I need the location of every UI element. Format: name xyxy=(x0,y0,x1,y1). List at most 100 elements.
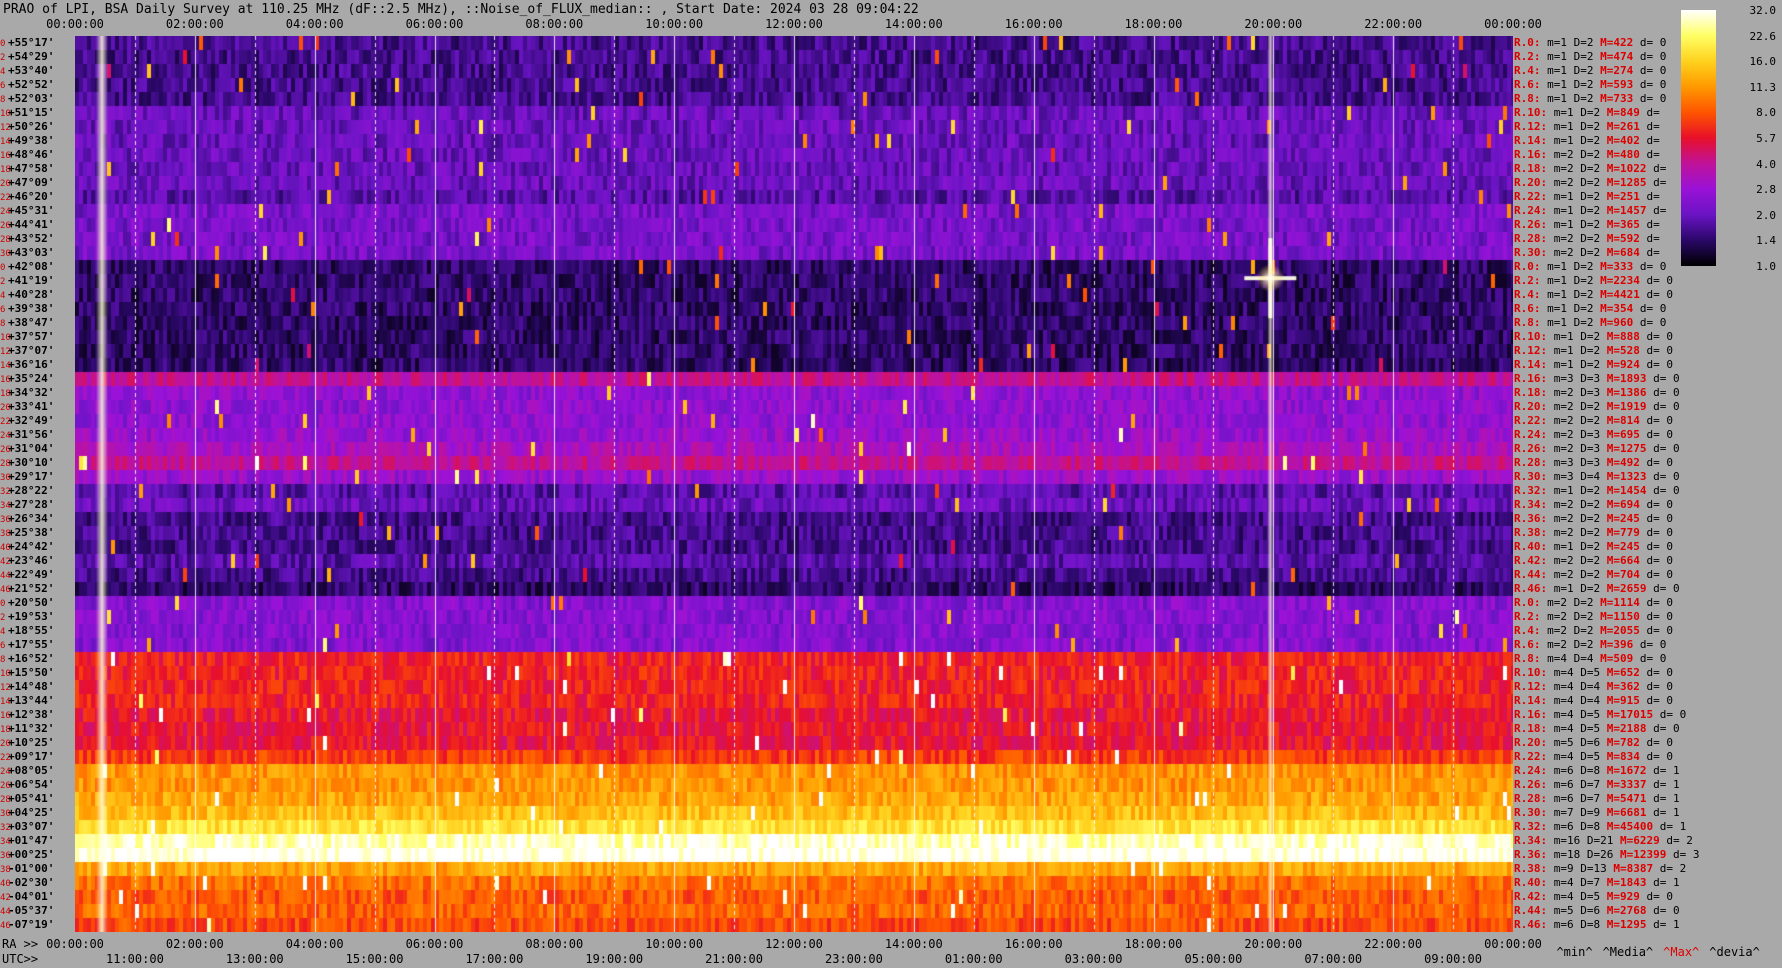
stat-row: R.12: m=4 D=4 M=362 d= 0 xyxy=(1514,680,1673,694)
stat-row: R.20: m=2 D=2 M=1919 d= 0 xyxy=(1514,400,1680,414)
stat-devia: d= 0 xyxy=(1646,680,1674,693)
stat-min: m=6 xyxy=(1553,764,1581,777)
stat-row-id: R.38: xyxy=(1514,862,1554,875)
stat-min: m=2 xyxy=(1553,554,1581,567)
declination-value: +37°57' xyxy=(8,330,55,343)
stat-median: D=2 xyxy=(1580,498,1607,511)
stat-row: R.34: m=2 D=2 M=694 d= 0 xyxy=(1514,498,1673,512)
stat-median: D=26 xyxy=(1586,848,1620,861)
stat-min: m=3 xyxy=(1553,470,1581,483)
colorbar-labels: 32.0 22.6 16.0 11.3 8.0 5.7 4.0 2.8 2.0 1.4 1.0 xyxy=(1722,4,1782,274)
stat-row-id: R.20: xyxy=(1514,176,1554,189)
stat-row-id: R.10: xyxy=(1514,106,1554,119)
stat-row: R.0: m=1 D=2 M=333 d= 0 xyxy=(1514,260,1666,274)
stat-row: R.6: m=1 D=2 M=593 d= 0 xyxy=(1514,78,1666,92)
stat-min: m=2 xyxy=(1553,386,1581,399)
declination-value: +55°17' xyxy=(8,36,55,49)
stat-max: M=1295 xyxy=(1606,918,1654,931)
stat-median: D=2 xyxy=(1573,610,1601,623)
stat-median: D=8 xyxy=(1580,820,1607,833)
utc-tick-label: 17:00:00 xyxy=(465,952,524,966)
stat-median: D=9 xyxy=(1580,806,1607,819)
stat-max: M=849 xyxy=(1606,106,1647,119)
stat-min: m=1 xyxy=(1547,36,1574,49)
declination-value: +32°49' xyxy=(8,414,55,427)
stat-median: D=2 xyxy=(1573,36,1601,49)
stat-min: m=1 xyxy=(1547,302,1574,315)
stat-row-id: R.30: xyxy=(1514,246,1554,259)
stat-max: M=1919 xyxy=(1606,400,1654,413)
declination-label: 26+06°54' xyxy=(0,778,54,791)
stat-row-id: R.14: xyxy=(1514,694,1554,707)
declination-label: 4 +18°55' xyxy=(0,624,54,637)
stat-row-id: R.26: xyxy=(1514,442,1554,455)
stat-row: R.26: m=6 D=7 M=3337 d= 1 xyxy=(1514,778,1680,792)
stat-row: R.28: m=6 D=7 M=5471 d= 1 xyxy=(1514,792,1680,806)
stat-row: R.32: m=6 D=8 M=45400 d= 1 xyxy=(1514,820,1686,834)
stat-row: R.22: m=2 D=2 M=814 d= 0 xyxy=(1514,414,1673,428)
stat-devia: d= 0 xyxy=(1653,582,1680,595)
stat-min: m=4 xyxy=(1553,666,1581,679)
declination-value: +50°26' xyxy=(8,120,55,133)
stat-max: M=261 xyxy=(1606,120,1647,133)
declination-label: 18+34°32' xyxy=(0,386,54,399)
stat-max: M=396 xyxy=(1600,638,1640,651)
stat-row-id: R.20: xyxy=(1514,736,1554,749)
stat-min: m=2 xyxy=(1553,162,1581,175)
ra-tick-label: 18:00:00 xyxy=(1124,937,1183,951)
stat-max: M=12399 xyxy=(1620,848,1673,861)
colorbar-tick-label: 22.6 xyxy=(1749,29,1777,43)
stat-min: m=2 xyxy=(1553,498,1581,511)
stat-row-id: R.8: xyxy=(1514,92,1548,105)
declination-value: +49°38' xyxy=(8,134,55,147)
stat-devia: d= xyxy=(1646,232,1660,245)
stat-median: D=2 xyxy=(1580,148,1607,161)
declination-label: 6 +17°55' xyxy=(0,638,54,651)
ra-tick-label: 22:00:00 xyxy=(1364,937,1423,951)
stat-max: M=1275 xyxy=(1606,442,1654,455)
stat-devia: d= 0 xyxy=(1639,638,1667,651)
declination-value: +10°25' xyxy=(8,736,55,749)
declination-label: 30+04°25' xyxy=(0,806,54,819)
stat-devia: d= 0 xyxy=(1646,694,1674,707)
colorbar-tick-label: 5.7 xyxy=(1756,132,1776,145)
declination-label: 14+36°16' xyxy=(0,358,54,371)
stat-min: m=4 xyxy=(1553,694,1581,707)
utc-tick-label: 19:00:00 xyxy=(585,952,644,966)
stat-min: m=2 xyxy=(1547,624,1574,637)
stat-row: R.12: m=1 D=2 M=528 d= 0 xyxy=(1514,344,1673,358)
stat-max: M=1672 xyxy=(1606,764,1654,777)
declination-value: +54°29' xyxy=(8,50,55,63)
ra-axis-label: RA >> xyxy=(2,937,39,951)
stat-median: D=2 xyxy=(1580,134,1607,147)
declination-label: 10+51°15' xyxy=(0,106,54,119)
stat-median: D=2 xyxy=(1573,316,1601,329)
top-tick-label: 04:00:00 xyxy=(285,17,344,31)
stat-row-id: R.12: xyxy=(1514,344,1554,357)
stat-devia: d= 1 xyxy=(1653,806,1680,819)
stat-min: m=1 xyxy=(1553,484,1581,497)
declination-value: +04°25' xyxy=(8,806,55,819)
stat-devia: d= xyxy=(1653,204,1667,217)
stat-min: m=1 xyxy=(1553,106,1581,119)
stat-min: m=1 xyxy=(1547,78,1574,91)
stat-median: D=2 xyxy=(1580,540,1607,553)
declination-label: 40-02°30' xyxy=(0,876,54,889)
stat-devia: d= xyxy=(1646,246,1660,259)
stat-median: D=2 xyxy=(1580,232,1607,245)
top-tick-label: 20:00:00 xyxy=(1244,17,1303,31)
stat-row: R.10: m=4 D=5 M=652 d= 0 xyxy=(1514,666,1673,680)
stat-row-id: R.14: xyxy=(1514,358,1554,371)
declination-label: 4 +53°40' xyxy=(0,64,54,77)
stat-row: R.18: m=4 D=5 M=2188 d= 0 xyxy=(1514,722,1680,736)
stat-max: M=528 xyxy=(1606,344,1647,357)
stat-max: M=2659 xyxy=(1606,582,1654,595)
stat-row-id: R.2: xyxy=(1514,610,1548,623)
stat-row-id: R.44: xyxy=(1514,904,1554,917)
colorbar-tick-label: 2.0 xyxy=(1756,208,1776,222)
stat-row: R.8: m=4 D=4 M=509 d= 0 xyxy=(1514,652,1666,666)
stat-max: M=592 xyxy=(1606,232,1647,245)
stat-min: m=1 xyxy=(1547,316,1574,329)
ra-tick-label: 16:00:00 xyxy=(1004,937,1063,951)
ra-tick-label: 20:00:00 xyxy=(1244,937,1303,951)
